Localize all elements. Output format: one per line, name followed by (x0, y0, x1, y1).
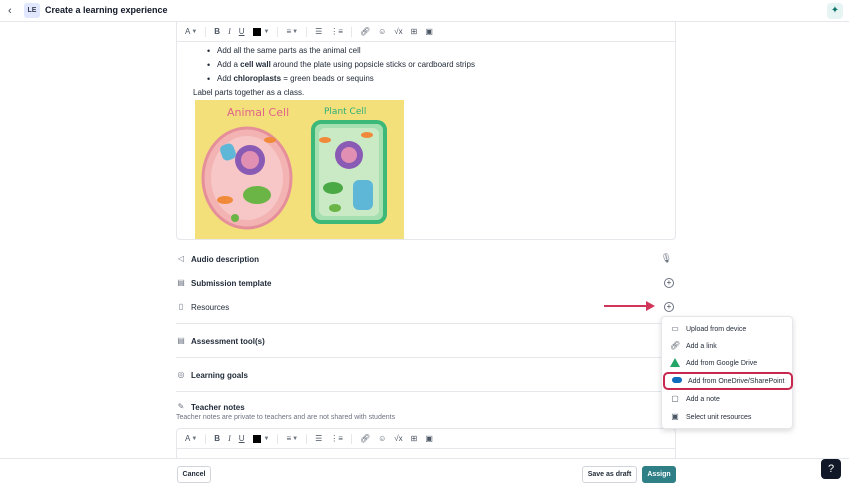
font-size-button[interactable]: A ▼ (185, 433, 197, 445)
bold-button[interactable]: B (214, 433, 220, 445)
divider (176, 357, 676, 358)
underline-button[interactable]: U (239, 26, 245, 38)
menu-item-onedrive-sharepoint[interactable]: Add from OneDrive/SharePoint (663, 372, 793, 390)
target-icon: ◎ (177, 370, 185, 379)
divider (176, 323, 676, 324)
menu-item-google-drive[interactable]: Add from Google Drive (668, 356, 788, 370)
emoji-icon[interactable]: ☺ (378, 433, 386, 445)
italic-button[interactable]: I (228, 26, 231, 38)
image-icon[interactable]: ▣ (425, 433, 433, 445)
menu-item-upload-from-device[interactable]: ▭ Upload from device (668, 322, 788, 336)
math-icon[interactable]: √x (394, 433, 402, 445)
annotation-arrow (604, 305, 650, 307)
briefcase-icon: ▣ (671, 412, 679, 421)
save-draft-button[interactable]: Save as draft (582, 466, 637, 483)
teacher-notes-section: ✎ Teacher notes (177, 402, 245, 412)
text-color-button[interactable]: ▼ (252, 433, 269, 445)
link-icon[interactable]: 🔗︎ (360, 433, 370, 445)
font-size-button[interactable]: A ▼ (185, 26, 197, 38)
submission-template-section[interactable]: ▤ Submission template + (176, 275, 676, 291)
text-color-button[interactable]: ▼ (252, 26, 269, 38)
assign-button[interactable]: Assign (642, 466, 676, 483)
table-icon[interactable]: ⊞ (411, 26, 418, 38)
add-resource-menu: ▭ Upload from device 🔗︎ Add a link Add f… (661, 316, 793, 429)
chevron-left-icon[interactable]: ‹ (8, 4, 18, 18)
menu-item-add-link[interactable]: 🔗︎ Add a link (668, 339, 788, 353)
footer-bar: Cancel Save as draft Assign (0, 458, 849, 486)
toolbar-divider (277, 433, 279, 444)
link-icon[interactable]: 🔗︎ (360, 26, 370, 38)
onedrive-icon (672, 376, 682, 386)
cancel-button[interactable]: Cancel (177, 466, 211, 483)
toolbar-divider (350, 433, 352, 444)
sparkle-icon[interactable]: ✦ (827, 3, 843, 19)
speaker-icon: ◁ (177, 254, 185, 263)
clipboard-icon: ▤ (177, 278, 185, 287)
annotation-arrow-head (646, 301, 655, 311)
cell-illustration: Animal Cell Plant Cell (195, 100, 404, 239)
table-icon[interactable]: ⊞ (411, 433, 418, 445)
add-submission-template-button[interactable]: + (664, 278, 674, 288)
editor-content: Add all the same parts as the animal cel… (193, 44, 663, 100)
toolbar-divider (306, 26, 308, 37)
link-icon: 🔗︎ (670, 341, 681, 350)
note-icon: ▢ (671, 394, 679, 403)
emoji-icon[interactable]: ☺ (378, 26, 386, 38)
align-icon[interactable]: ≡ ▼ (286, 26, 298, 38)
add-resource-button[interactable]: + (664, 302, 674, 312)
plant-cell-label: Plant Cell (324, 107, 366, 117)
toolbar-divider (350, 26, 352, 37)
teacher-notes-hint: Teacher notes are private to teachers an… (176, 414, 396, 421)
image-icon[interactable]: ▣ (425, 26, 433, 38)
math-icon[interactable]: √x (394, 26, 402, 38)
toolbar-divider (277, 26, 279, 37)
assessment-tools-section[interactable]: ▤ Assessment tool(s) (176, 333, 676, 349)
learning-goals-section[interactable]: ◎ Learning goals (176, 367, 676, 383)
editor-toolbar: A ▼ B I U ▼ ≡ ▼ ☰ ⋮≡ 🔗︎ ☺ √x ⊞ ▣ (177, 429, 675, 449)
menu-item-add-note[interactable]: ▢ Add a note (668, 392, 788, 406)
note-edit-icon: ✎ (177, 402, 185, 411)
description-editor[interactable]: A▼ B I U ▼ ≡▼ ☰ ⋮≡ 🔗︎ ☺ √x ⊞ ▣ Add all t… (176, 22, 676, 240)
resources-section[interactable]: ▯ Resources + (176, 299, 676, 315)
top-bar: ‹ LE Create a learning experience ✦ (0, 0, 849, 22)
underline-button[interactable]: U (239, 433, 245, 445)
toolbar-divider (205, 26, 207, 37)
paragraph: Label parts together as a class. (193, 88, 305, 97)
microphone-icon[interactable]: 🎙︎ (661, 253, 672, 264)
experience-badge: LE (24, 3, 40, 18)
numbered-list-icon[interactable]: ⋮≡ (330, 26, 343, 38)
google-drive-icon (670, 358, 680, 368)
audio-description-section[interactable]: ◁ Audio description 🎙︎ (176, 251, 676, 267)
page-title: Create a learning experience (45, 5, 168, 15)
help-button[interactable]: ? (821, 459, 841, 479)
list-item: Add a cell wall around the plate using p… (207, 58, 663, 72)
menu-item-unit-resources[interactable]: ▣ Select unit resources (668, 410, 788, 424)
teacher-notes-editor[interactable]: A ▼ B I U ▼ ≡ ▼ ☰ ⋮≡ 🔗︎ ☺ √x ⊞ ▣ (176, 428, 676, 458)
list-item: Add chloroplasts = green beads or sequin… (207, 72, 663, 86)
bullet-list-icon[interactable]: ☰ (315, 26, 322, 38)
toolbar-divider (205, 433, 207, 444)
list-item: Add all the same parts as the animal cel… (207, 44, 663, 58)
bullet-list-icon[interactable]: ☰ (315, 433, 322, 445)
bold-button[interactable]: B (214, 26, 220, 38)
editor-toolbar: A ▼ B I U ▼ ≡ ▼ ☰ ⋮≡ 🔗︎ ☺ √x ⊞ ▣ (177, 22, 675, 42)
clipboard-check-icon: ▤ (177, 336, 185, 345)
document-icon: ▯ (178, 302, 184, 311)
numbered-list-icon[interactable]: ⋮≡ (330, 433, 343, 445)
toolbar-divider (306, 433, 308, 444)
animal-cell-label: Animal Cell (227, 106, 289, 119)
align-icon[interactable]: ≡ ▼ (286, 433, 298, 445)
divider (176, 391, 676, 392)
italic-button[interactable]: I (228, 433, 231, 445)
monitor-icon: ▭ (671, 324, 679, 333)
